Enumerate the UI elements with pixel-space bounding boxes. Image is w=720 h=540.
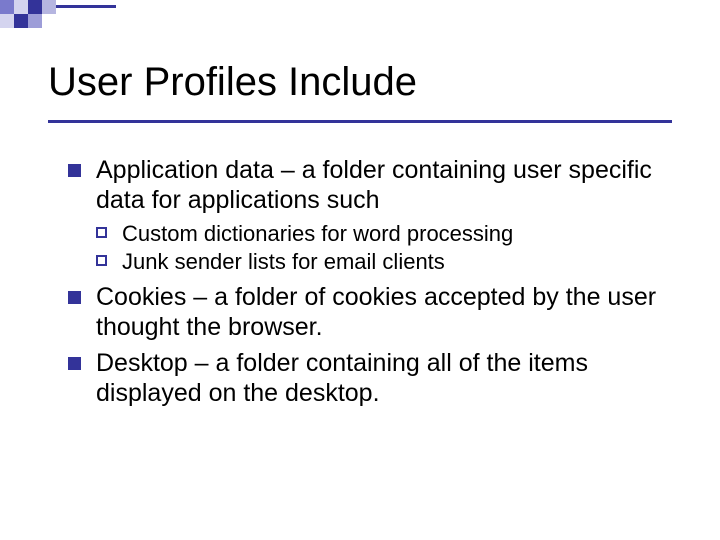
bullet-application-data: Application data – a folder containing u… xyxy=(68,155,678,215)
content-area: Application data – a folder containing u… xyxy=(68,155,678,414)
bullet-desktop: Desktop – a folder containing all of the… xyxy=(68,348,678,408)
corner-decoration xyxy=(0,0,120,40)
slide-title: User Profiles Include xyxy=(48,60,417,105)
subbullet-junk-sender: Junk sender lists for email clients xyxy=(96,249,678,275)
slide: User Profiles Include Application data –… xyxy=(0,0,720,540)
title-underline xyxy=(48,120,672,123)
subbullet-custom-dictionaries: Custom dictionaries for word processing xyxy=(96,221,678,247)
bullet-cookies: Cookies – a folder of cookies accepted b… xyxy=(68,282,678,342)
